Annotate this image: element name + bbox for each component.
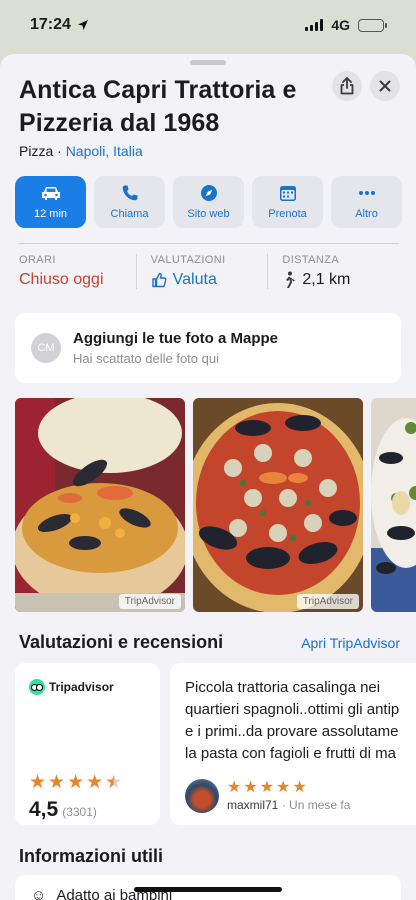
network-label: 4G [331,17,350,33]
review-line: quartieri spagnoli..ottimi gli antip [185,701,400,718]
add-photos-card[interactable]: CM Aggiungi le tue foto a Mappe Hai scat… [15,313,401,383]
open-tripadvisor-link[interactable]: Apri TripAdvisor [301,635,400,651]
info-row: ORARI Chiuso oggi VALUTAZIONI Valuta DIS… [19,254,399,289]
mussels-plate-image [371,398,416,612]
review-line: e i primi..da provare assolutame [185,723,399,740]
tripadvisor-logo: Tripadvisor [29,679,146,695]
star-full-icon: ★ [243,779,258,796]
reviewer-name: maxmil71 [227,798,279,812]
review-line: Piccola trattoria casalinga nei [185,679,381,696]
info-divider [19,243,399,244]
call-button[interactable]: Chiama [94,176,165,228]
subtitle-separator: · [53,143,66,159]
signal-icon [305,19,324,31]
star-full-icon: ★ [276,779,291,796]
status-right: 4G [305,17,387,33]
photo-credit: TripAdvisor [296,594,359,609]
place-subtitle: Pizza · Napoli, Italia [19,143,143,159]
add-photos-subtitle: Hai scattato delle foto qui [73,351,219,366]
photo-seafood-bread-bowl[interactable]: TripAdvisor [15,398,185,612]
review-author: ★ ★ ★ ★ ★ maxmil71 · Un mese fa [185,779,416,813]
hours-column[interactable]: ORARI Chiuso oggi [19,254,136,289]
close-button[interactable] [370,71,400,101]
review-star-rating: ★ ★ ★ ★ ★ [227,780,350,796]
photo-gallery: TripAdvisor TripAdvisor [15,398,416,612]
share-icon [340,77,354,95]
photo-mussels-plate[interactable] [371,398,416,612]
star-full-icon: ★ [67,772,85,793]
car-icon [41,187,60,200]
home-indicator[interactable] [134,887,282,892]
place-title: Antica Capri Trattoria e Pizzeria dal 19… [19,76,297,137]
review-line: la pasta con fagioli e frutti di ma [185,745,396,762]
place-location-link[interactable]: Napoli, Italia [66,143,143,159]
distance-label: DISTANZA [282,254,340,266]
star-full-icon: ★ [227,779,242,796]
rating-count: (3301) [62,805,97,819]
tripadvisor-rating-card[interactable]: Tripadvisor ★ ★ ★ ★ ★ 4,5 (3301) [15,663,160,825]
sheet-grabber[interactable] [190,60,226,65]
thumbs-up-icon [151,272,167,288]
place-sheet: Antica Capri Trattoria e Pizzeria dal 19… [0,54,416,900]
website-label: Sito web [187,208,230,220]
action-buttons: 12 min Chiama Sito web Prenota Altro [15,176,402,228]
child-friendly-icon: ☺ [31,887,47,900]
ratings-column[interactable]: VALUTAZIONI Valuta [135,254,268,289]
calendar-icon [279,186,296,201]
location-arrow-icon [77,20,88,30]
status-time: 17:24 [30,16,71,33]
hours-label: ORARI [19,254,56,266]
add-photos-title: Aggiungi le tue foto a Mappe [73,330,278,347]
reviews-section-title: Valutazioni e recensioni [19,632,224,652]
overall-star-rating: ★ ★ ★ ★ ★ [29,773,146,792]
share-button[interactable] [332,71,362,101]
status-bar: 17:24 4G [0,0,416,50]
photo-seafood-pizza[interactable]: TripAdvisor [193,398,363,612]
more-label: Altro [355,208,378,220]
user-initials-avatar: CM [31,333,61,363]
star-full-icon: ★ [29,772,47,793]
star-full-icon: ★ [48,772,66,793]
star-full-icon: ★ [292,779,307,796]
review-date: · Un mese fa [278,798,351,812]
reviewer-avatar [185,779,219,813]
star-half-icon: ★ [105,772,123,793]
reserve-label: Prenota [268,208,307,220]
rating-score: 4,5 [29,798,59,821]
walking-icon [286,271,296,288]
website-button[interactable]: Sito web [173,176,244,228]
reserve-button[interactable]: Prenota [252,176,323,228]
seafood-bowl-image [15,398,185,612]
directions-label: 12 min [33,208,68,220]
tripadvisor-wordmark: Tripadvisor [49,680,114,694]
battery-icon [358,18,387,32]
place-category: Pizza [19,143,54,159]
close-icon [379,80,391,92]
call-label: Chiama [110,208,149,220]
star-full-icon: ★ [259,779,275,796]
distance-value: 2,1 km [302,271,351,288]
review-card[interactable]: Piccola trattoria casalinga nei quartier… [170,663,416,825]
distance-column: DISTANZA 2,1 km [267,254,399,289]
directions-button[interactable]: 12 min [15,176,86,228]
hours-value: Chiuso oggi [19,271,104,288]
tripadvisor-owl-icon [29,679,45,695]
ratings-value: Valuta [172,271,217,288]
status-left: 17:24 [30,16,89,34]
more-button[interactable]: Altro [331,176,402,228]
useful-info-title: Informazioni utili [19,846,163,866]
ellipsis-icon [358,191,375,195]
compass-icon [200,185,217,201]
star-full-icon: ★ [86,772,104,793]
photo-credit: TripAdvisor [118,594,181,609]
seafood-pizza-image [193,398,363,612]
ratings-label: VALUTAZIONI [150,254,226,266]
phone-icon [122,185,137,201]
